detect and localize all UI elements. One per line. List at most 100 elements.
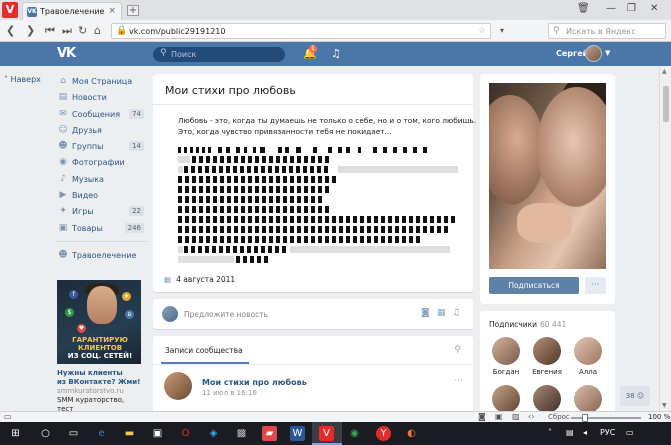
opera-icon[interactable]: O [178,426,193,441]
url-field[interactable]: 🔒 vk.com/public29191210 ☆ [111,23,491,39]
bookmark-icon[interactable]: ☆ [478,26,486,36]
app-icon[interactable]: ◈ [206,426,221,441]
ad-block[interactable]: f $ ★ в ♥ ГАРАНТИРУЮ КЛИЕНТОВ ИЗ СОЦ. СЕ… [57,280,141,414]
menu-item-friends[interactable]: ☺ Друзья [57,123,147,139]
tab-community-posts[interactable]: Записи сообщества [165,346,243,355]
vk-search-input[interactable]: ⚲ Поиск [153,47,285,62]
post-date[interactable]: ▦ 4 августа 2011 [164,275,235,284]
menu-item-messages[interactable]: ✉ Сообщения 74 [57,107,147,123]
reload-icon[interactable]: ↻ [78,24,87,37]
more-actions-button[interactable]: ··· [585,277,606,294]
zoom-slider-knob[interactable] [582,414,588,422]
menu-label: Музыка [72,174,104,184]
tray-expand-icon[interactable]: ˄ [548,428,552,437]
avatar[interactable] [585,45,602,62]
menu-item-my-page[interactable]: ⌂ Моя Страница [57,74,147,90]
menu-item-groups[interactable]: ☻ Группы 14 [57,139,147,155]
subscriber[interactable] [530,385,564,413]
image-icon[interactable]: ▨ [512,412,520,421]
zoom-slider[interactable] [571,414,641,422]
post-avatar[interactable] [164,372,192,400]
word-icon[interactable]: W [290,426,305,441]
subscribers-header[interactable]: Подписчики 60 441 [489,320,566,329]
community-photo[interactable] [489,83,606,269]
subscriber[interactable]: Алла [571,337,605,376]
maximize-icon[interactable]: ❐ [627,3,636,14]
back-to-top-label[interactable]: ˄ Наверх [4,75,41,84]
scrollbar-thumb[interactable] [663,86,669,122]
vivaldi-icon[interactable]: V [319,426,334,441]
ad-image[interactable]: f $ ★ в ♥ ГАРАНТИРУЮ КЛИЕНТОВ ИЗ СОЦ. СЕ… [57,280,141,364]
search-placeholder: Искать в Яндекс [566,27,636,36]
user-name[interactable]: Сергей [556,49,588,58]
network-icon[interactable]: ▤ [566,428,574,437]
subscribe-button[interactable]: Подписаться [489,277,579,294]
music-note-icon[interactable]: ♫ [331,47,341,60]
browser-search-field[interactable]: ⚲ Искать в Яндекс [548,23,666,39]
rewind-icon[interactable]: ⏮ [45,24,55,38]
tiling-icon[interactable]: ▣ [495,412,503,421]
windows-start-icon[interactable]: ⊞ [8,426,23,441]
suggest-news-box[interactable]: Предложите новость ◙ ▦ ♫ [153,299,473,329]
suggest-placeholder[interactable]: Предложите новость [184,310,268,319]
store-icon[interactable]: ▣ [150,426,165,441]
notifications-icon[interactable]: ▭ [626,428,634,437]
volume-icon[interactable]: ◂ [583,428,587,437]
edge-icon[interactable]: e [94,426,109,441]
capture-icon[interactable]: ◙ [478,412,486,421]
post-author-link[interactable]: Мои стихи про любовь [202,378,307,387]
scroll-to-top[interactable]: ˄ Наверх [0,66,50,411]
subscriber[interactable] [489,385,523,413]
taskbar-search-icon[interactable]: ○ [38,426,53,441]
dropdown-icon[interactable]: ▾ [500,26,504,35]
yandex-icon[interactable]: Y [376,426,391,441]
browser-tab[interactable]: VK Травоелечение × [22,2,122,20]
panel-toggle-icon[interactable]: ▭ [4,412,12,421]
ad-title[interactable]: Нужны клиенты из ВКонтакте? Жми! [57,369,141,387]
home-browser-icon[interactable]: ⌂ [94,24,101,37]
browser-menu-button[interactable]: V [2,2,18,18]
scroll-down-icon[interactable]: ▼ [662,402,667,409]
people-counter[interactable]: 38 ☺ [620,386,650,406]
window-close-icon[interactable]: ✕ [650,3,658,14]
forward-icon[interactable]: ❯ [26,24,35,37]
fast-forward-icon[interactable]: ⏭ [62,24,72,38]
subscriber[interactable] [571,385,605,413]
back-icon[interactable]: ❮ [6,24,15,37]
task-view-icon[interactable]: ▭ [66,426,81,441]
zoom-reset-button[interactable]: Сброс [548,413,570,421]
video-icon[interactable]: ▦ [437,308,446,318]
minimize-icon[interactable]: — [606,3,616,14]
trash-icon[interactable]: 🗑 [577,3,590,14]
menu-item-community[interactable]: ☻ Травоелечение [57,248,147,264]
chevron-down-icon[interactable]: ▼ [605,49,610,57]
menu-item-market[interactable]: ▣ Товары 246 [57,221,147,237]
vk-logo[interactable]: VK [57,46,76,61]
subscriber[interactable]: Евгения [530,337,564,376]
bell-icon[interactable]: 🔔 1 [303,45,317,60]
app-icon[interactable]: ▰ [262,426,277,441]
language-indicator[interactable]: РУС [600,428,615,437]
menu-item-music[interactable]: ♪ Музыка [57,172,147,188]
menu-item-photos[interactable]: ◉ Фотографии [57,155,147,171]
music-icon[interactable]: ♫ [452,308,460,318]
page-scrollbar[interactable]: ▲ ▼ [659,66,671,411]
market-icon: ▣ [58,222,68,233]
search-icon[interactable]: ⚲ [454,345,461,355]
subscriber[interactable]: Богдан [489,337,523,376]
app-icon[interactable]: ▩ [234,426,249,441]
scroll-up-icon[interactable]: ▲ [662,68,667,75]
post-time[interactable]: 11 июл в 16:16 [202,389,257,397]
menu-item-video[interactable]: ▶ Видео [57,188,147,204]
tab-close-icon[interactable]: × [108,6,116,16]
firefox-icon[interactable]: ◐ [404,426,419,441]
chrome-icon[interactable]: ◉ [347,426,362,441]
code-icon[interactable]: ‹› [528,412,534,421]
new-tab-button[interactable]: + [127,5,139,16]
menu-item-news[interactable]: ▤ Новости [57,90,147,106]
more-icon[interactable]: ··· [454,376,463,386]
camera-icon[interactable]: ◙ [421,308,430,318]
folder-icon[interactable]: ▬ [122,426,137,441]
post-card: Мои стихи про любовь Любовь - это, когда… [153,74,476,292]
menu-item-games[interactable]: ✦ Игры 22 [57,204,147,220]
